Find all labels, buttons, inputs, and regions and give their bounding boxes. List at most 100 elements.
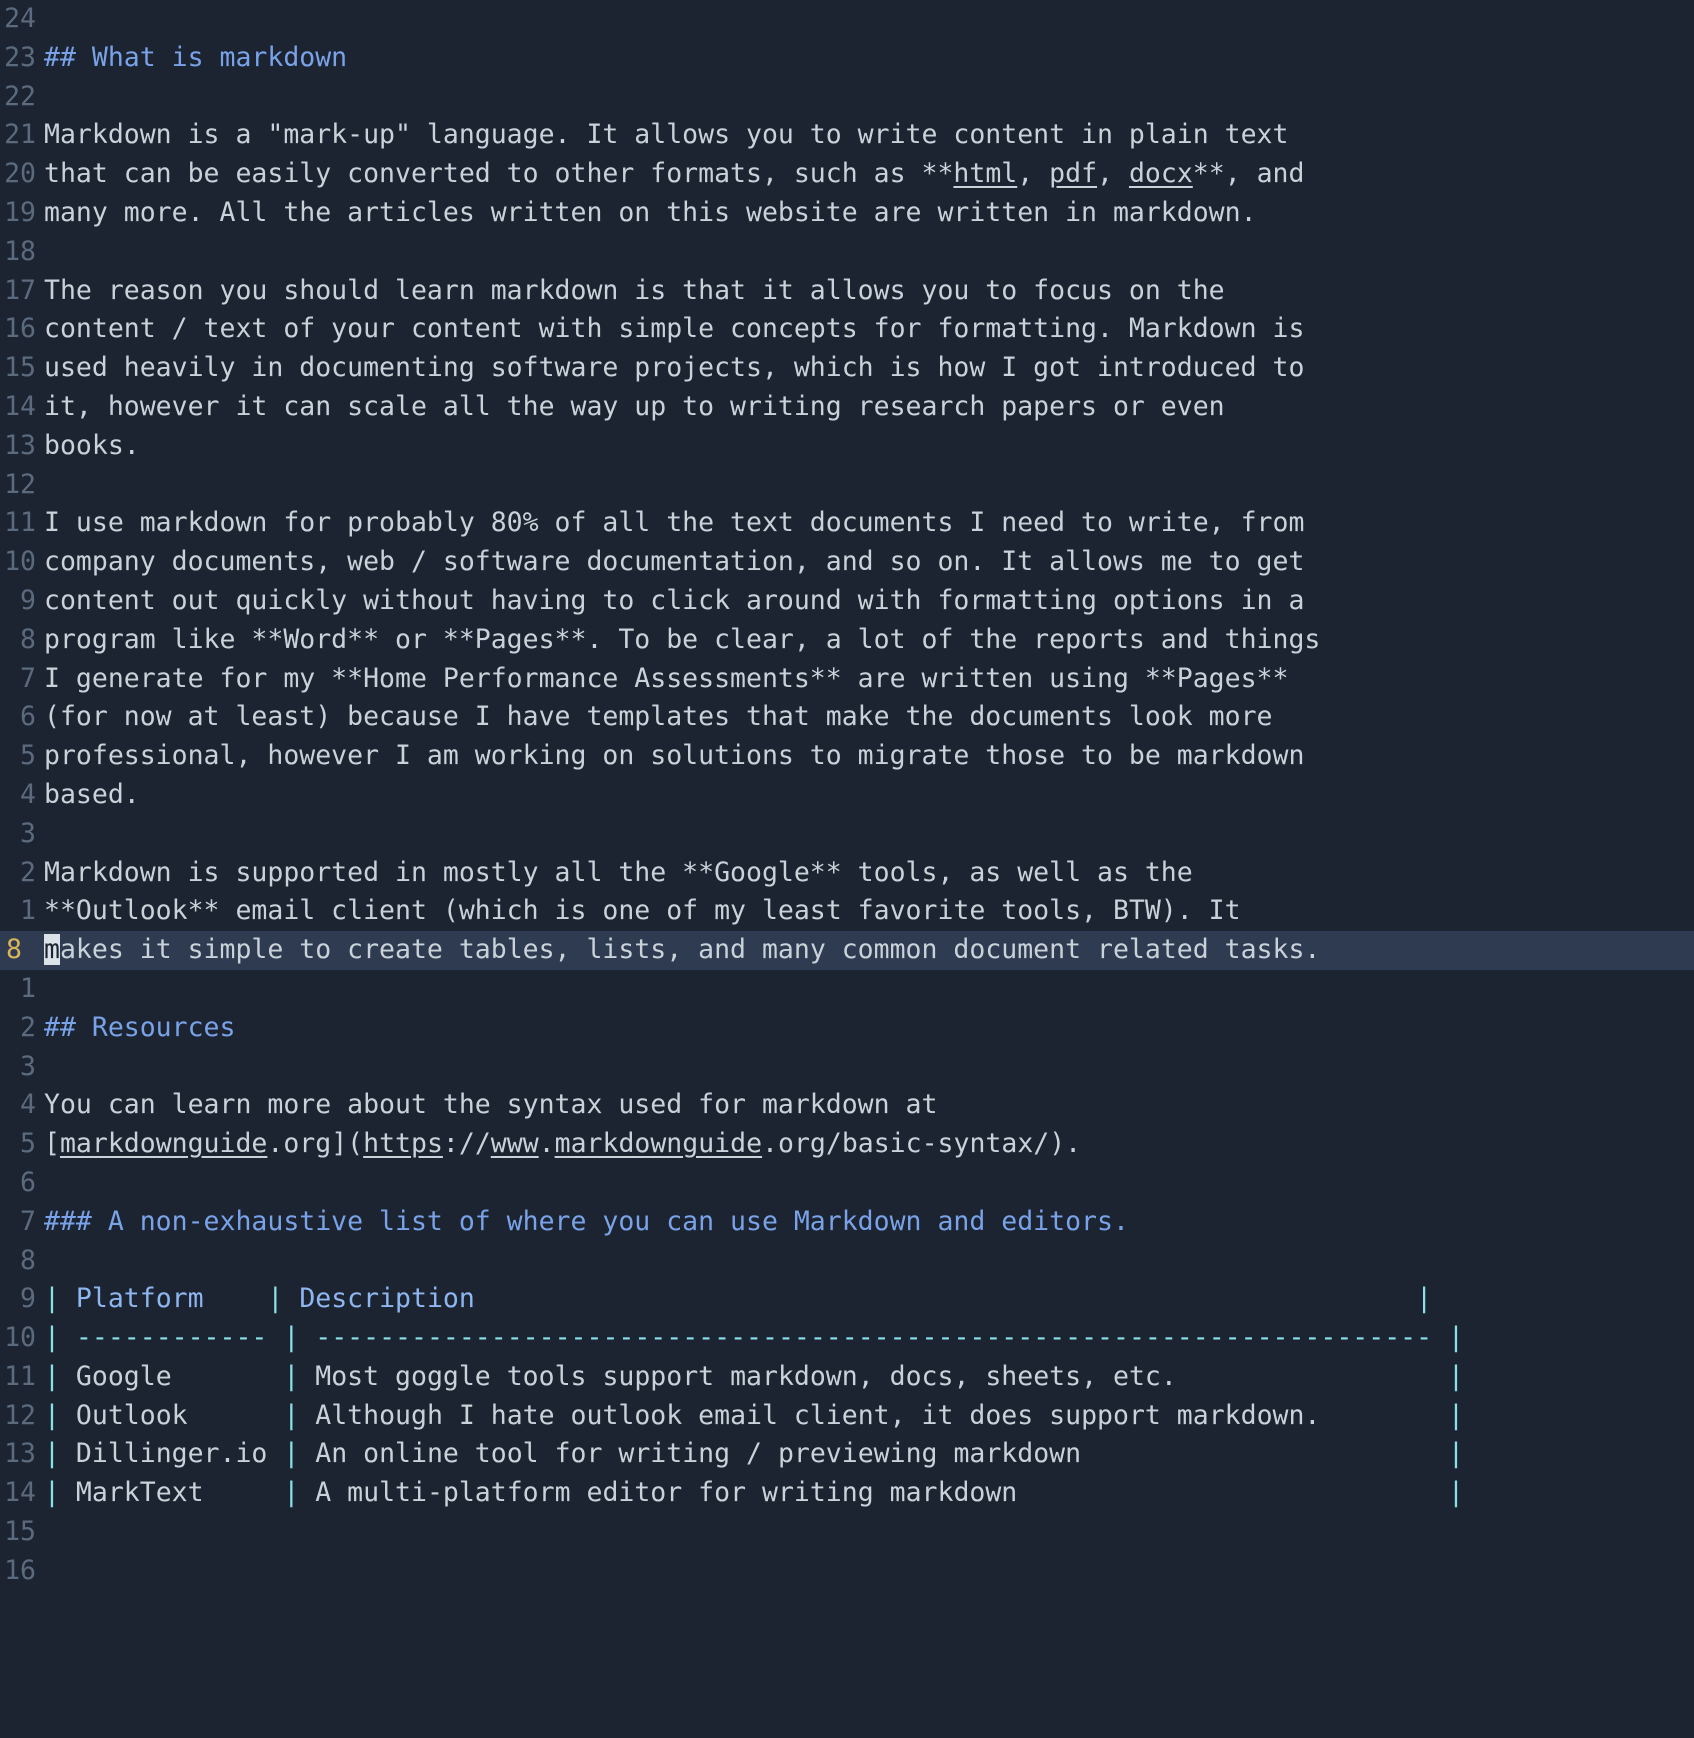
line-number: 5 [20,1128,36,1160]
line-content: content / text of your content with simp… [44,310,1694,349]
line-content: I generate for my **Home Performance Ass… [44,660,1694,699]
editor-line[interactable]: 2 Markdown is supported in mostly all the… [0,854,1694,893]
line-number: 10 [4,1322,36,1354]
editor-line[interactable]: 21 Markdown is a "mark-up" language. It a… [0,116,1694,155]
table-pipe: | [1448,1399,1464,1431]
editor-line[interactable]: 6 [0,1164,1694,1203]
editor-line[interactable]: 1 [0,970,1694,1009]
plain-text: books. [44,429,140,461]
line-content: it, however it can scale all the way up … [44,388,1694,427]
line-content: based. [44,776,1694,815]
line-number: 4 [20,1089,36,1121]
table-separator-cell: ----------------------------------------… [299,1322,1449,1354]
table-header-cell: Platform [59,1283,268,1315]
editor-line[interactable]: 13 | Dillinger.io | An online tool for wr… [0,1435,1694,1474]
editor-line[interactable]: 1 **Outlook** email client (which is one … [0,892,1694,931]
line-number: 8 [20,623,36,655]
line-number: 6 [20,701,36,733]
line-number: 20 [4,158,36,190]
editor-line[interactable]: 5 professional, however I am working on s… [0,737,1694,776]
plain-text: based. [44,778,140,810]
table-pipe: | [1448,1322,1464,1354]
line-content [44,1513,1694,1552]
editor-line[interactable]: 9 content out quickly without having to c… [0,582,1694,621]
table-pipe: | [283,1360,300,1392]
editor-line[interactable]: 14 it, however it can scale all the way u… [0,388,1694,427]
editor-line[interactable]: 16 [0,1552,1694,1591]
editor-line[interactable]: 10 company documents, web / software docu… [0,543,1694,582]
editor-line[interactable]: 24 [0,0,1694,39]
line-number: 2 [20,856,36,888]
editor-line-current[interactable]: 8 makes it simple to create tables, lists… [0,931,1694,970]
underlined-text: www [490,1128,539,1160]
line-number: 12 [4,1399,36,1431]
editor-line[interactable]: 16 content / text of your content with si… [0,310,1694,349]
table-pipe: | [1416,1283,1433,1315]
table-pipe: | [44,1360,60,1392]
line-number: 15 [4,352,36,384]
editor-line[interactable]: 4 You can learn more about the syntax use… [0,1086,1694,1125]
editor-line[interactable]: 4 based. [0,776,1694,815]
table-pipe: | [44,1477,60,1509]
editor-line[interactable]: 15 [0,1513,1694,1552]
editor-line[interactable]: 12 | Outlook | Although I hate outlook em… [0,1397,1694,1436]
plain-text: it, however it can scale all the way up … [44,390,1225,422]
line-number: 23 [4,41,36,73]
editor-line[interactable]: 8 [0,1242,1694,1281]
text-editor-buffer[interactable]: 24 23 ## What is markdown 22 21 Markdown is… [0,0,1694,1738]
editor-line[interactable]: 3 [0,1048,1694,1087]
plain-text: I use markdown for probably 80% of all t… [44,507,1305,539]
editor-line[interactable]: 14 | MarkText | A multi-platform editor f… [0,1474,1694,1513]
editor-line[interactable]: 23 ## What is markdown [0,39,1694,78]
line-number: 7 [20,1205,36,1237]
editor-line[interactable]: 9 | Platform | Description | [0,1280,1694,1319]
editor-line[interactable]: 8 program like **Word** or **Pages**. To … [0,621,1694,660]
line-content: I use markdown for probably 80% of all t… [44,504,1694,543]
table-header-cell: Description [283,1283,1417,1315]
line-number: 5 [20,740,36,772]
line-number: 10 [4,546,36,578]
line-content: | Dillinger.io | An online tool for writ… [44,1435,1694,1474]
editor-line[interactable]: 17 The reason you should learn markdown i… [0,272,1694,311]
editor-line[interactable]: 5 [markdownguide.org](https://www.markdow… [0,1125,1694,1164]
line-number: 21 [4,119,36,151]
editor-line[interactable]: 7I generate for my **Home Performance As… [0,660,1694,699]
plain-text: , [1097,158,1129,190]
line-content: Markdown is a "mark-up" language. It all… [44,116,1694,155]
editor-line[interactable]: 20 that can be easily converted to other … [0,155,1694,194]
line-number: 16 [4,313,36,345]
plain-text: The reason you should learn markdown is … [44,274,1225,306]
editor-line[interactable]: 7 ### A non-exhaustive list of where you … [0,1203,1694,1242]
markdown-heading: ### A non-exhaustive list of where you c… [44,1205,1129,1237]
plain-text: professional, however I am working on so… [44,740,1305,772]
editor-line[interactable]: 13 books. [0,427,1694,466]
table-pipe: | [1448,1438,1464,1470]
line-content: ## Resources [44,1009,1694,1048]
line-number: 9 [20,1283,36,1315]
line-number: 17 [4,274,36,306]
line-content: | Platform | Description | [44,1280,1694,1319]
editor-line[interactable]: 3 [0,815,1694,854]
line-content: many more. All the articles written on t… [44,194,1694,233]
line-number: 14 [4,1477,36,1509]
line-number: 8 [20,1244,36,1276]
line-number: 11 [4,507,36,539]
editor-line[interactable]: 15 used heavily in documenting software p… [0,349,1694,388]
underlined-text: markdownguide [554,1128,763,1160]
editor-line[interactable]: 11 | Google | Most goggle tools support m… [0,1358,1694,1397]
editor-line[interactable]: 19 many more. All the articles written on… [0,194,1694,233]
editor-line[interactable]: 2 ## Resources [0,1009,1694,1048]
editor-line[interactable]: 6 (for now at least) because I have templ… [0,698,1694,737]
editor-line[interactable]: 18 [0,233,1694,272]
editor-line[interactable]: 12 [0,466,1694,505]
plain-text: .org]( [267,1128,364,1160]
editor-line[interactable]: 10 | ------------ | ---------------------… [0,1319,1694,1358]
table-pipe: | [44,1399,60,1431]
line-number: 2 [20,1011,36,1043]
editor-line[interactable]: 22 [0,78,1694,117]
line-content: company documents, web / software docume… [44,543,1694,582]
line-content: used heavily in documenting software pro… [44,349,1694,388]
editor-line[interactable]: 11 I use markdown for probably 80% of all… [0,504,1694,543]
line-content: professional, however I am working on so… [44,737,1694,776]
line-number: 16 [4,1554,36,1586]
